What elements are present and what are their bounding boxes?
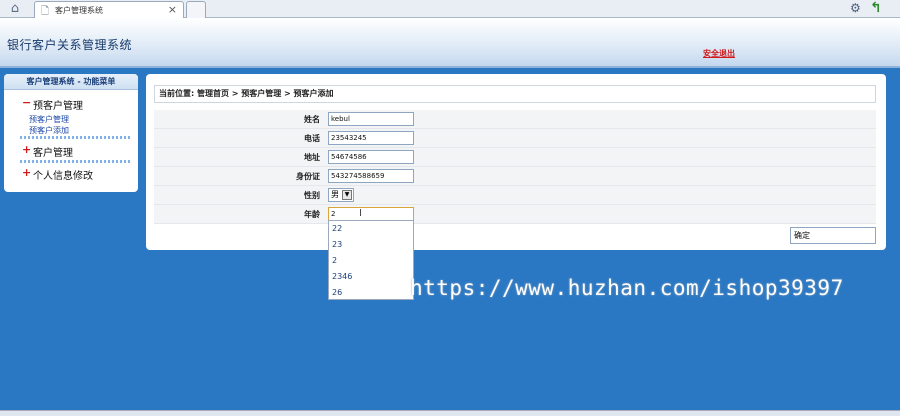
address-label: 地址: [304, 153, 320, 162]
form-row-gender: 性别 男 ▼: [154, 186, 876, 205]
menu-divider: [20, 136, 130, 139]
menu-group-precustomer[interactable]: 预客户管理: [33, 97, 83, 112]
tab-title: 客户管理系统: [55, 6, 103, 15]
age-label: 年龄: [304, 210, 320, 219]
back-arrow-icon[interactable]: ↰: [870, 0, 882, 16]
idcard-label: 身份证: [296, 172, 320, 181]
autocomplete-dropdown: 22 23 2 2346 26: [328, 220, 414, 300]
app-header: 银行客户关系管理系统 安全退出: [0, 18, 900, 68]
autocomplete-option[interactable]: 2346: [329, 269, 413, 285]
submit-button[interactable]: 确定: [790, 227, 876, 244]
main-panel: 当前位置: 管理首页 > 预客户管理 > 预客户添加 姓名 kebul 电话 2…: [146, 74, 886, 250]
logout-link[interactable]: 安全退出: [703, 48, 735, 59]
expand-icon[interactable]: +: [22, 143, 31, 156]
autocomplete-option[interactable]: 2: [329, 253, 413, 269]
form-row-phone: 电话 23543245: [154, 129, 876, 148]
form-row-submit: 确定: [154, 224, 876, 244]
gender-label: 性别: [304, 191, 320, 200]
name-input[interactable]: kebul: [328, 112, 414, 126]
autocomplete-option[interactable]: 22: [329, 221, 413, 237]
browser-tab[interactable]: 🗋 客户管理系统 ×: [34, 1, 184, 18]
watermark: https://www.huzhan.com/ishop39397: [410, 276, 844, 300]
home-icon[interactable]: ⌂: [6, 1, 24, 17]
menu-divider: [20, 160, 130, 163]
text-cursor-icon: I: [359, 208, 362, 219]
close-tab-icon[interactable]: ×: [168, 3, 177, 16]
new-tab-button[interactable]: [186, 1, 206, 18]
form-row-address: 地址 54674586: [154, 148, 876, 167]
form-row-name: 姓名 kebul: [154, 110, 876, 129]
age-input[interactable]: 2: [328, 207, 414, 221]
add-precustomer-form: 姓名 kebul 电话 23543245 地址 54674586 身份证 543…: [154, 110, 876, 244]
phone-input[interactable]: 23543245: [328, 131, 414, 145]
collapse-icon[interactable]: −: [22, 96, 31, 109]
sidebar-heading: 客户管理系统 - 功能菜单: [4, 74, 138, 90]
idcard-input[interactable]: 543274588659: [328, 169, 414, 183]
autocomplete-option[interactable]: 26: [329, 285, 413, 301]
tools-icon[interactable]: ⚙: [850, 1, 861, 15]
gender-select[interactable]: 男 ▼: [328, 188, 354, 202]
status-bar: [0, 410, 900, 416]
name-label: 姓名: [304, 115, 320, 124]
phone-label: 电话: [304, 134, 320, 143]
browser-tab-bar: ⌂ 🗋 客户管理系统 × ⚙ ↰: [0, 0, 900, 18]
menu-group-customer[interactable]: 客户管理: [33, 144, 73, 159]
breadcrumb: 当前位置: 管理首页 > 预客户管理 > 预客户添加: [154, 85, 876, 103]
form-row-age: 年龄 2 I: [154, 205, 876, 224]
system-title: 银行客户关系管理系统: [7, 38, 133, 52]
expand-icon[interactable]: +: [22, 166, 31, 179]
gender-selected-value: 男: [331, 190, 339, 199]
sidebar-item-precustomer-add[interactable]: 预客户添加: [29, 125, 69, 136]
autocomplete-option[interactable]: 23: [329, 237, 413, 253]
menu-group-profile[interactable]: 个人信息修改: [33, 167, 93, 182]
sidebar-item-precustomer-manage[interactable]: 预客户管理: [29, 114, 69, 125]
chevron-down-icon[interactable]: ▼: [342, 190, 352, 200]
address-input[interactable]: 54674586: [328, 150, 414, 164]
sidebar: 客户管理系统 - 功能菜单 − 预客户管理 预客户管理 预客户添加 + 客户管理…: [4, 74, 138, 192]
form-row-idcard: 身份证 543274588659: [154, 167, 876, 186]
